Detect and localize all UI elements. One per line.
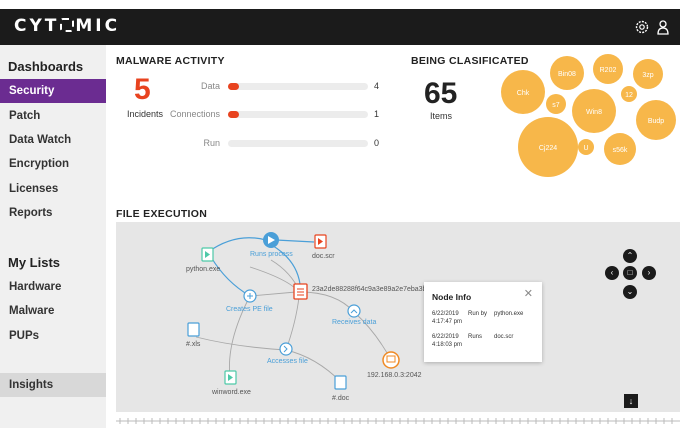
bar-label-data: Data (200, 81, 220, 91)
bar-fill-connections (228, 111, 239, 118)
sidebar-item-patch[interactable]: Patch (0, 104, 106, 128)
node-info-row: 6/22/2019 4:18:03 pm Runs doc.scr (432, 333, 542, 351)
sidebar-item-hardware[interactable]: Hardware (0, 275, 106, 299)
sidebar-item-malware[interactable]: Malware (0, 299, 106, 323)
edge-xls-to-accesses (195, 336, 287, 351)
ip-node (382, 351, 400, 369)
sidebar-item-data-watch[interactable]: Data Watch (0, 128, 106, 152)
node-label-winword: winword.exe (212, 389, 251, 396)
winword-node (224, 370, 237, 385)
malware-activity-title: MALWARE ACTIVITY (116, 55, 225, 67)
bar-fill-data (228, 83, 240, 90)
pan-down-button[interactable]: ⌄ (623, 285, 637, 299)
accesses-file-node (279, 342, 293, 356)
hash-file-node (293, 283, 308, 300)
bubble-label-s56k: s56k (613, 147, 628, 154)
node-info-title: Node Info (432, 292, 472, 302)
bar-label-run: Run (203, 138, 220, 148)
bar-track-connections (228, 111, 368, 118)
pan-right-button[interactable]: › (642, 266, 656, 280)
bubble-label-12: 12 (625, 92, 633, 99)
sidebar-item-licenses[interactable]: Licenses (0, 177, 106, 201)
sidebar-item-insights[interactable]: Insights (0, 373, 106, 397)
edge-accesses-to-doc (285, 349, 342, 383)
doc-node (334, 375, 347, 390)
edge-label-accesses: Accesses file (267, 358, 308, 365)
center-button[interactable]: □ (623, 266, 637, 280)
receives-data-node (347, 304, 361, 318)
timeline-ruler[interactable] (116, 416, 680, 426)
node-label-hash: 23a2de88288f64c9a3e89a2e7eba3be (312, 286, 431, 293)
edge-label-creates-pe: Creates PE file (226, 306, 273, 313)
node-info-action: Run by (468, 311, 488, 317)
node-info-row: 6/22/2019 4:17:47 pm Run by python.exe (432, 310, 542, 328)
node-info-time: 4:17:47 pm (432, 319, 463, 325)
node-label-receives: Receives data (332, 319, 377, 326)
bar-track-data (228, 83, 368, 90)
dashboards-heading: Dashboards (8, 59, 84, 74)
edge-python-to-runs (207, 237, 267, 253)
bubble-cluster: Chk Bin08 R202 3zp s7 12 Win8 Budp Cj224… (501, 54, 676, 177)
scroll-down-button[interactable]: ↓ (624, 394, 638, 408)
node-info-date: 6/22/2019 (432, 334, 459, 340)
top-bar: CYT MIC (0, 9, 680, 45)
node-label-doc: #.doc (332, 395, 350, 402)
sidebar-item-reports[interactable]: Reports (0, 201, 106, 225)
edge-runs-to-docscr (275, 239, 315, 243)
edge-hash-to-receives (299, 291, 355, 313)
bar-value-run: 0 (374, 138, 380, 148)
bubble-label-budp: Budp (648, 118, 664, 125)
edge-accesses-to-hash (285, 296, 300, 351)
bubble-label-u: U (583, 145, 588, 152)
graph-edges (187, 232, 400, 390)
logo: CYT MIC (14, 16, 121, 36)
edge-creates-to-hash-line (249, 291, 297, 297)
user-icon[interactable] (655, 19, 671, 35)
pan-up-button[interactable]: ⌃ (623, 249, 637, 263)
bubble-label-cj224: Cj224 (539, 145, 557, 152)
sidebar-item-encryption[interactable]: Encryption (0, 152, 106, 176)
node-info-date: 6/22/2019 (432, 311, 459, 317)
node-info-target: python.exe (494, 311, 524, 317)
malware-activity-card: MALWARE ACTIVITY 5 Incidents Data 4 Conn… (110, 48, 394, 186)
my-lists-heading: My Lists (8, 255, 61, 270)
bubble-label-r202: R202 (600, 67, 617, 74)
node-label-doc-scr: doc.scr (312, 253, 335, 260)
close-icon[interactable]: ✕ (524, 287, 533, 300)
bubble-label-s7: s7 (552, 102, 560, 109)
node-info-panel: Node Info ✕ 6/22/2019 4:17:47 pm Run by … (424, 282, 542, 362)
doc-scr-node (314, 234, 327, 249)
pan-left-button[interactable]: ‹ (605, 266, 619, 280)
edge-label-runs-process: Runs process (250, 251, 293, 258)
node-info-time: 4:18:03 pm (432, 342, 463, 348)
sidebar: Dashboards Security Patch Data Watch Enc… (0, 45, 106, 428)
file-execution-header: FILE EXECUTION (110, 195, 680, 220)
node-info-target: doc.scr (494, 334, 514, 340)
node-label-xls: #.xls (186, 341, 201, 348)
incidents-count: 5 (134, 73, 151, 106)
node-label-python: python.exe (186, 266, 221, 273)
file-execution-title: FILE EXECUTION (116, 208, 208, 220)
edge-runs-to-hash (265, 241, 301, 285)
bar-label-connections: Connections (169, 109, 220, 119)
bubble-label-chk: Chk (517, 90, 530, 97)
being-classificated-card: BEING CLASIFICATED 65 Items Chk Bin08 R2… (403, 48, 680, 186)
node-info-action: Runs (468, 334, 483, 340)
bar-track-run (228, 140, 368, 147)
bar-value-connections: 1 (374, 109, 380, 119)
edge-python-to-creates (210, 256, 251, 297)
sidebar-item-pups[interactable]: PUPs (0, 324, 106, 348)
node-label-ip: 192.168.0.3:2042 (367, 372, 422, 379)
xls-node (187, 322, 200, 337)
python-node (201, 247, 214, 262)
bubble-label-win8: Win8 (586, 109, 602, 116)
file-execution-graph[interactable]: python.exe Runs process doc.scr 23a2de88… (116, 222, 680, 412)
bar-value-data: 4 (374, 81, 380, 91)
sidebar-item-security[interactable]: Security (0, 79, 106, 103)
bubble-label-3zp: 3zp (642, 72, 653, 79)
gear-icon[interactable] (634, 19, 650, 35)
bubble-label-bin08: Bin08 (558, 71, 576, 78)
